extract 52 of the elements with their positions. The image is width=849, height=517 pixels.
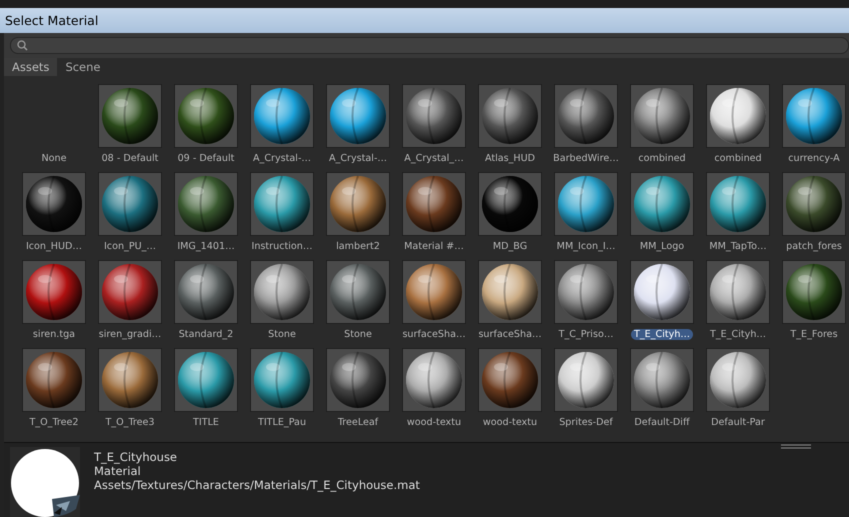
asset-label[interactable]: 08 - Default	[98, 153, 162, 164]
asset-label[interactable]: Sprites-Def	[556, 417, 616, 428]
asset-label[interactable]: A_Crystal-…	[326, 153, 390, 164]
asset-label[interactable]: siren_gradi…	[96, 329, 164, 340]
asset-label[interactable]: MD_BG	[490, 241, 530, 252]
search-icon	[17, 40, 28, 51]
asset-label[interactable]: Default-Par	[708, 417, 768, 428]
asset-label[interactable]: Icon_PU_…	[100, 241, 160, 252]
tab[interactable]: Assets	[4, 58, 58, 76]
asset-label[interactable]: Default-Diff	[631, 417, 693, 428]
asset-label[interactable]: patch_fores	[783, 241, 845, 252]
asset-label[interactable]: MM_Logo	[636, 241, 688, 252]
resize-handle-icon[interactable]	[781, 444, 811, 449]
asset-label[interactable]: MM_TapTo…	[706, 241, 770, 252]
asset-label[interactable]: IMG_1401…	[174, 241, 238, 252]
asset-label[interactable]: None	[38, 153, 70, 164]
asset-label[interactable]: A_Crystal-…	[250, 153, 314, 164]
asset-label[interactable]: MM_Icon_I…	[554, 241, 618, 252]
asset-label[interactable]: siren.tga	[30, 329, 78, 340]
asset-label[interactable]: 09 - Default	[174, 153, 238, 164]
asset-label[interactable]: Icon_HUD…	[22, 241, 86, 252]
asset-label[interactable]: combined	[711, 153, 765, 164]
asset-label[interactable]: TITLE	[190, 417, 222, 428]
asset-name: T_E_Cityhouse	[94, 450, 178, 464]
asset-label[interactable]: T_O_Tree3	[102, 417, 158, 428]
asset-label[interactable]: T_E_Fores	[787, 329, 841, 340]
asset-label[interactable]: BarbedWire…	[550, 153, 622, 164]
asset-label[interactable]: A_Crystal_…	[401, 153, 467, 164]
asset-label[interactable]: TreeLeaf	[334, 417, 382, 428]
asset-label[interactable]: TITLE_Pau	[254, 417, 310, 428]
window-title: Select Material	[5, 13, 98, 28]
asset-label[interactable]: lambert2	[333, 241, 383, 252]
asset-label[interactable]: combined	[635, 153, 689, 164]
search-field[interactable]	[10, 37, 849, 54]
asset-label[interactable]: Material #…	[401, 241, 467, 252]
asset-label[interactable]: surfaceSha…	[475, 329, 545, 340]
asset-label[interactable]: wood-textu	[480, 417, 540, 428]
asset-label[interactable]: T_C_Priso…	[556, 329, 616, 340]
asset-label[interactable]: T_E_Cityh…	[631, 329, 693, 340]
tab[interactable]: Scene	[57, 58, 108, 76]
asset-label[interactable]: T_E_Cityh…	[707, 329, 769, 340]
asset-label[interactable]: Stone	[341, 329, 375, 340]
asset-label[interactable]: wood-textu	[404, 417, 464, 428]
asset-label[interactable]: Stone	[265, 329, 299, 340]
asset-label[interactable]: T_O_Tree2	[26, 417, 82, 428]
asset-label[interactable]: Instruction…	[248, 241, 316, 252]
asset-label[interactable]: currency-A	[785, 153, 843, 164]
asset-path: Assets/Textures/Characters/Materials/T_E_Cityhouse.mat	[94, 478, 420, 492]
asset-label[interactable]: surfaceSha…	[399, 329, 469, 340]
asset-label[interactable]: Standard_2	[176, 329, 236, 340]
asset-label[interactable]: Atlas_HUD	[482, 153, 538, 164]
asset-type: Material	[94, 464, 142, 478]
